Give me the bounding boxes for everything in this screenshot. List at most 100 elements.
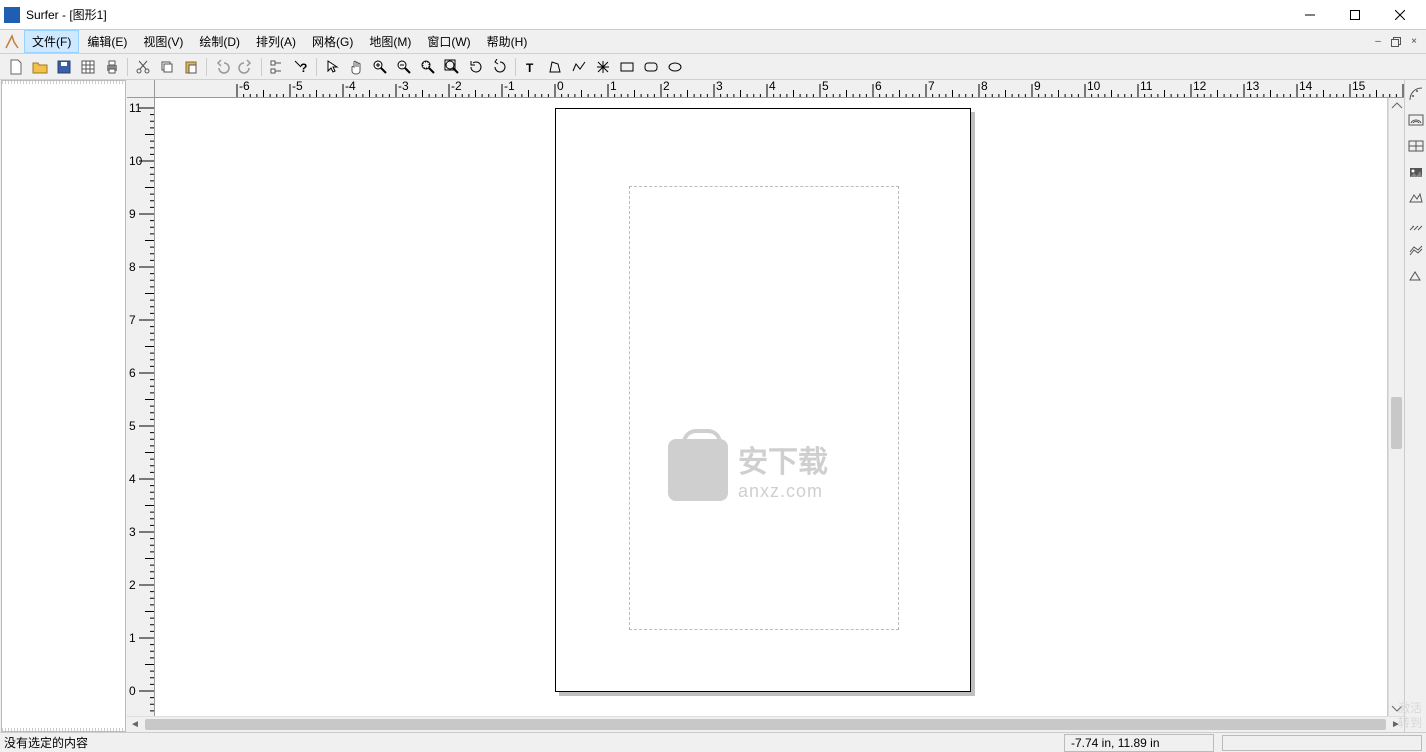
paste-icon[interactable]: [180, 56, 202, 78]
zoom-fit-icon[interactable]: [441, 56, 463, 78]
svg-text:3: 3: [716, 80, 723, 93]
scroll-right-icon[interactable]: ►: [1388, 717, 1404, 732]
menu-帮助[interactable]: 帮助(H): [479, 30, 536, 53]
svg-text:?: ?: [300, 61, 307, 75]
scroll-up-icon[interactable]: [1389, 98, 1404, 114]
svg-text:8: 8: [981, 80, 988, 93]
horizontal-scrollbar[interactable]: ◄ ►: [127, 716, 1404, 732]
zoom-rect-icon[interactable]: [417, 56, 439, 78]
svg-text:-4: -4: [345, 80, 356, 93]
minimize-button[interactable]: [1287, 1, 1332, 29]
svg-text:6: 6: [875, 80, 882, 93]
wireframe-icon[interactable]: [1406, 240, 1426, 260]
scroll-down-icon[interactable]: [1389, 700, 1404, 716]
scroll-left-icon[interactable]: ◄: [127, 717, 143, 732]
image-map-icon[interactable]: [1406, 162, 1426, 182]
map-toolbar: [1404, 80, 1426, 732]
svg-text:9: 9: [1034, 80, 1041, 93]
menu-绘制[interactable]: 绘制(D): [191, 30, 248, 53]
svg-text:8: 8: [129, 260, 136, 274]
scroll-thumb[interactable]: [1391, 397, 1402, 449]
mdi-minimize-button[interactable]: –: [1370, 34, 1386, 50]
svg-text:14: 14: [1299, 80, 1313, 93]
svg-text:1: 1: [610, 80, 617, 93]
menu-排列[interactable]: 排列(A): [248, 30, 304, 53]
grid-data-icon[interactable]: [77, 56, 99, 78]
svg-text:4: 4: [769, 80, 776, 93]
contour-map-icon[interactable]: [1406, 110, 1426, 130]
mdi-close-button[interactable]: ×: [1406, 34, 1422, 50]
maximize-button[interactable]: [1332, 1, 1377, 29]
zoom-in-icon[interactable]: [369, 56, 391, 78]
svg-text:2: 2: [129, 578, 136, 592]
svg-text:-3: -3: [398, 80, 409, 93]
svg-text:7: 7: [928, 80, 935, 93]
polygon-icon[interactable]: [544, 56, 566, 78]
horizontal-ruler: -6-5-4-3-2-1012345678910111213141516: [127, 80, 1404, 98]
svg-text:7: 7: [129, 313, 136, 327]
cut-icon[interactable]: [132, 56, 154, 78]
open-icon[interactable]: [29, 56, 51, 78]
svg-text:-6: -6: [239, 80, 250, 93]
close-button[interactable]: [1377, 1, 1422, 29]
scroll-thumb[interactable]: [145, 719, 1386, 730]
menu-视图[interactable]: 视图(V): [135, 30, 191, 53]
hand-icon[interactable]: [345, 56, 367, 78]
svg-text:10: 10: [129, 154, 143, 168]
shaded-relief-icon[interactable]: [1406, 188, 1426, 208]
zoom-out-icon[interactable]: [393, 56, 415, 78]
watermark: 安下载 anxz.com: [668, 437, 828, 502]
svg-text:10: 10: [1087, 80, 1101, 93]
menu-窗口[interactable]: 窗口(W): [419, 30, 478, 53]
vertical-scrollbar[interactable]: [1388, 98, 1404, 716]
base-map-icon[interactable]: [1406, 136, 1426, 156]
svg-text:3: 3: [129, 525, 136, 539]
undo-icon[interactable]: [211, 56, 233, 78]
menu-网格[interactable]: 网格(G): [304, 30, 361, 53]
menu-地图[interactable]: 地图(M): [361, 30, 419, 53]
save-icon[interactable]: [53, 56, 75, 78]
mdi-restore-button[interactable]: [1388, 34, 1404, 50]
polyline-icon[interactable]: [568, 56, 590, 78]
svg-text:5: 5: [822, 80, 829, 93]
status-pane: [1222, 735, 1422, 751]
print-icon[interactable]: [101, 56, 123, 78]
mdi-system-icon: [4, 34, 20, 50]
menu-编辑[interactable]: 编辑(E): [79, 30, 135, 53]
rotate-icon[interactable]: [465, 56, 487, 78]
pointer-icon[interactable]: [321, 56, 343, 78]
svg-text:11: 11: [1140, 80, 1153, 93]
svg-text:4: 4: [129, 472, 136, 486]
copy-icon[interactable]: [156, 56, 178, 78]
svg-text:-5: -5: [292, 80, 303, 93]
title-bar: Surfer - [图形1]: [0, 0, 1426, 30]
new-file-icon[interactable]: [5, 56, 27, 78]
redraw-icon[interactable]: [489, 56, 511, 78]
svg-text:T: T: [526, 61, 534, 75]
svg-text:15: 15: [1352, 80, 1366, 93]
page-margin: 安下载 anxz.com: [629, 186, 899, 630]
drawing-canvas[interactable]: 安下载 anxz.com: [155, 98, 1388, 716]
ellipse-icon[interactable]: [664, 56, 686, 78]
object-manager-panel[interactable]: [1, 80, 126, 732]
status-coordinates: -7.74 in, 11.89 in: [1064, 734, 1214, 752]
svg-text:1: 1: [129, 631, 136, 645]
rectangle-icon[interactable]: [616, 56, 638, 78]
page: 安下载 anxz.com: [555, 108, 971, 692]
status-bar: 没有选定的内容 -7.74 in, 11.89 in: [0, 732, 1426, 752]
svg-text:5: 5: [129, 419, 136, 433]
variogram-icon[interactable]: [1406, 84, 1426, 104]
rounded-rect-icon[interactable]: [640, 56, 662, 78]
text-icon[interactable]: T: [520, 56, 542, 78]
svg-text:13: 13: [1246, 80, 1260, 93]
context-help-icon[interactable]: ?: [290, 56, 312, 78]
window-title: Surfer - [图形1]: [26, 6, 1287, 23]
symbol-icon[interactable]: [592, 56, 614, 78]
redo-icon[interactable]: [235, 56, 257, 78]
svg-text:12: 12: [1193, 80, 1207, 93]
menu-文件[interactable]: 文件(F): [24, 30, 79, 53]
surface-icon[interactable]: [1406, 266, 1426, 286]
vector-map-icon[interactable]: [1406, 214, 1426, 234]
object-manager-icon[interactable]: [266, 56, 288, 78]
svg-text:0: 0: [557, 80, 564, 93]
